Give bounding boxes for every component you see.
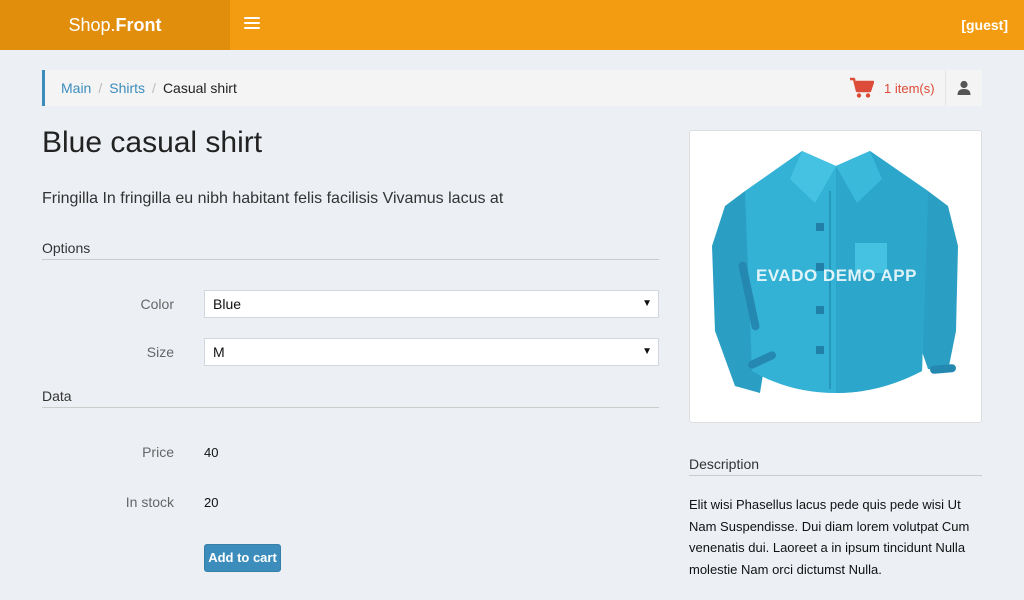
description-heading: Description	[689, 456, 982, 476]
hamburger-icon[interactable]	[244, 17, 260, 31]
brand-prefix: Shop.	[68, 15, 116, 35]
breadcrumb-shirts[interactable]: Shirts	[109, 80, 145, 96]
product-image: EVADO DEMO APP	[689, 130, 982, 423]
shopping-cart-icon	[850, 77, 874, 98]
cart-count: 1 item(s)	[884, 80, 935, 96]
caret-down-icon: ▼	[642, 298, 652, 309]
add-to-cart-button[interactable]: Add to cart	[204, 544, 281, 572]
breadcrumb-current: Casual shirt	[162, 80, 237, 96]
stock-label: In stock	[125, 494, 174, 510]
brand-bold: Front	[115, 15, 162, 35]
breadcrumb: Main / Shirts / Casual shirt	[61, 70, 237, 106]
options-heading: Options	[42, 240, 659, 260]
cart-button[interactable]: 1 item(s)	[850, 70, 935, 106]
product-summary: Fringilla In fringilla eu nibh habitant …	[42, 190, 504, 207]
caret-down-icon: ▼	[642, 346, 652, 357]
breadcrumb-bar: Main / Shirts / Casual shirt 1 item(s)	[42, 70, 982, 106]
breadcrumb-main[interactable]: Main	[61, 80, 91, 96]
user-menu-guest[interactable]: [guest]	[961, 0, 1008, 50]
breadcrumb-separator: /	[152, 80, 156, 96]
price-value: 40	[204, 445, 219, 460]
brand-logo[interactable]: Shop.Front	[0, 0, 230, 50]
top-navbar: Shop.Front [guest]	[0, 0, 1024, 50]
user-icon[interactable]	[955, 79, 973, 97]
description-text: Elit wisi Phasellus lacus pede quis pede…	[689, 497, 970, 577]
product-title: Blue casual shirt	[42, 126, 263, 159]
image-watermark: EVADO DEMO APP	[756, 266, 917, 285]
size-select[interactable]: M ▼	[204, 338, 659, 366]
size-select-value: M	[213, 344, 225, 360]
price-label: Price	[142, 444, 174, 460]
breadcrumb-separator: /	[98, 80, 103, 96]
stock-value: 20	[204, 495, 219, 510]
color-label: Color	[140, 296, 174, 312]
divider	[945, 70, 946, 106]
color-select[interactable]: Blue ▼	[204, 290, 659, 318]
color-select-value: Blue	[213, 296, 242, 312]
data-heading: Data	[42, 388, 659, 408]
size-label: Size	[146, 344, 174, 360]
